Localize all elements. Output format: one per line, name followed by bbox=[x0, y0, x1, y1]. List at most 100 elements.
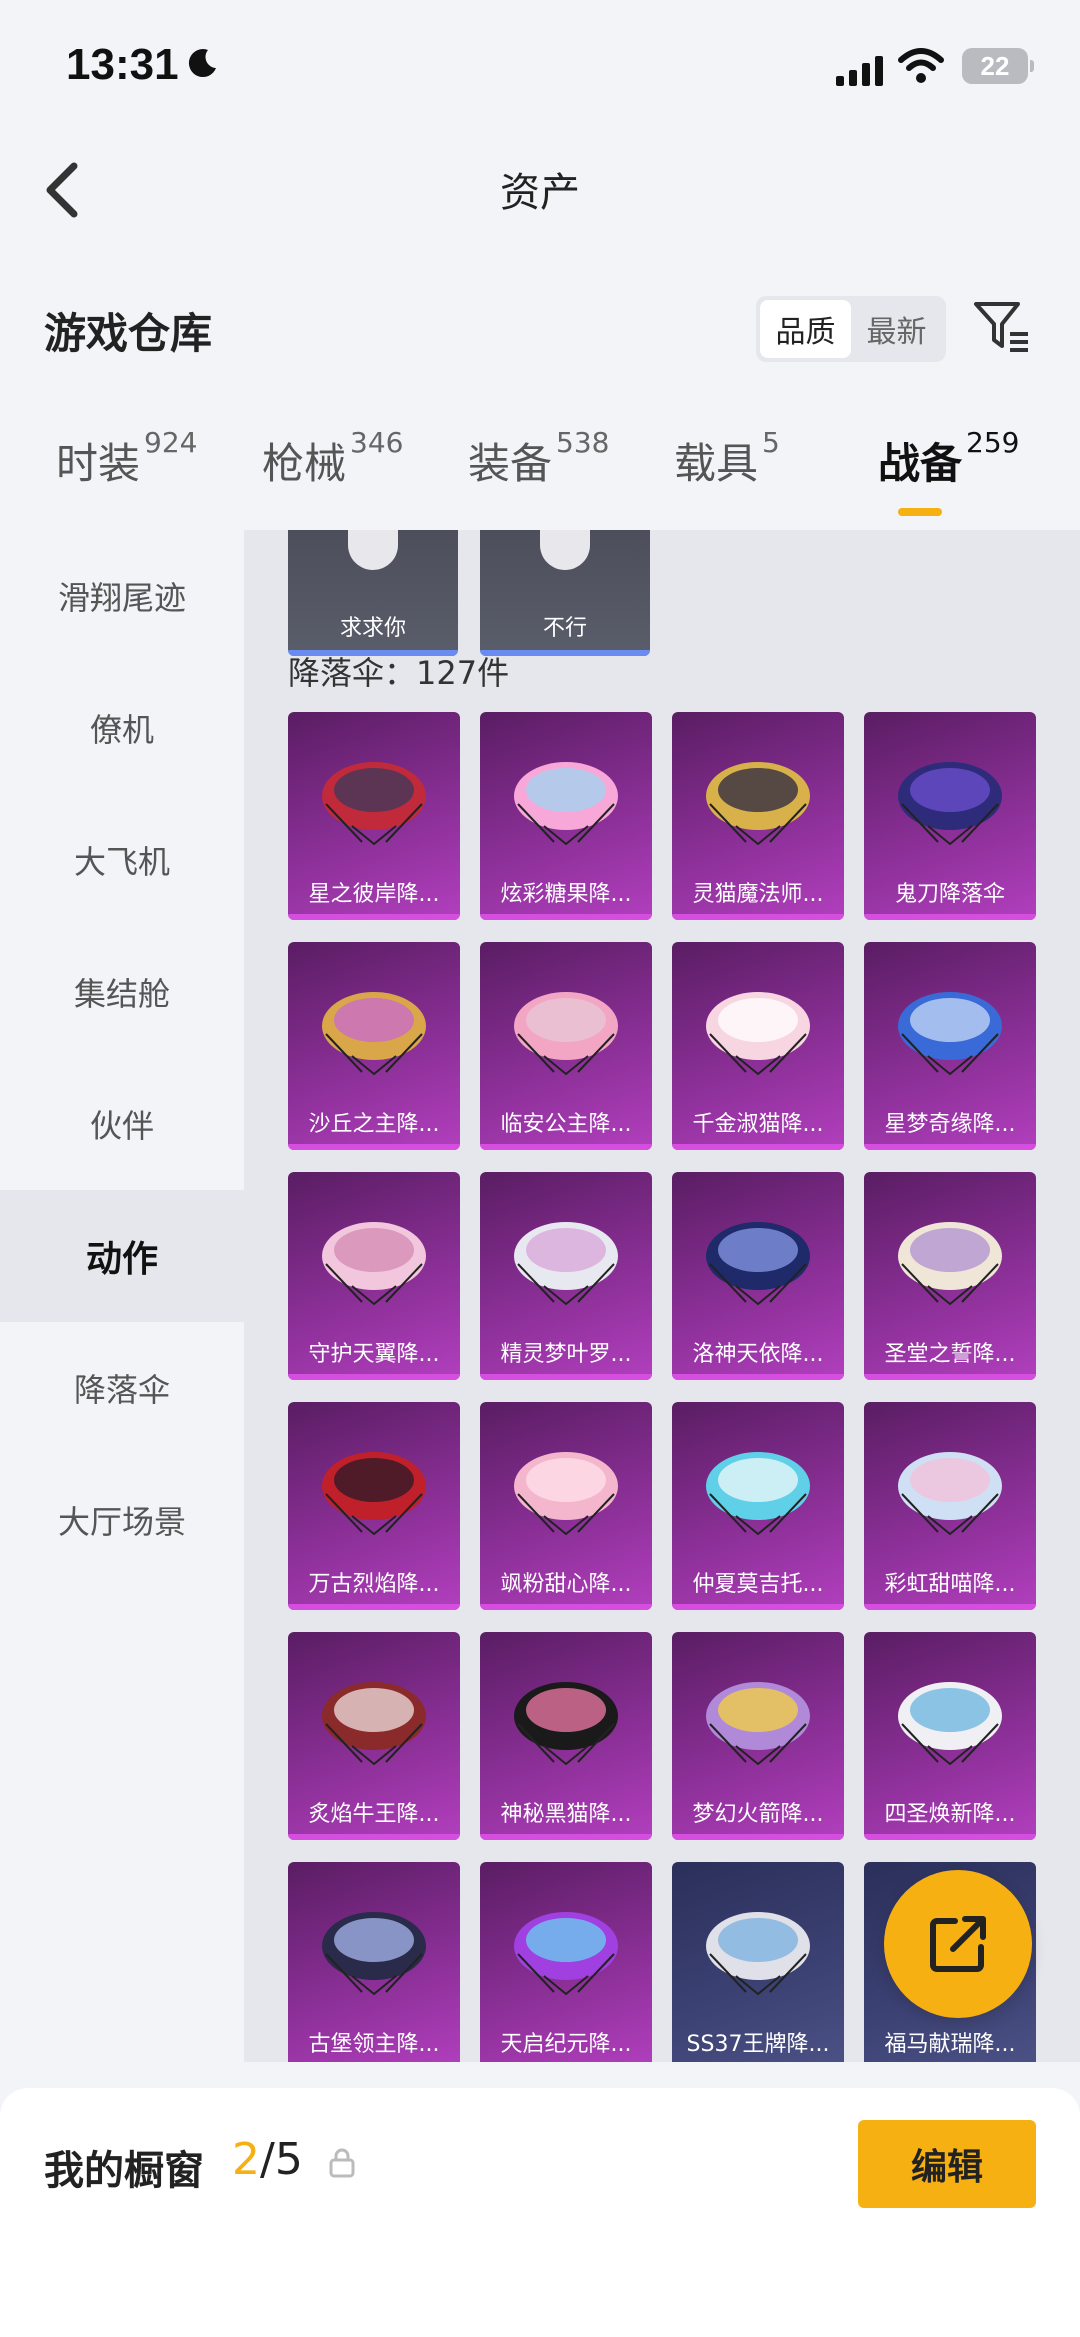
status-time: 13:31 bbox=[66, 40, 179, 89]
rarity-bar bbox=[672, 1604, 844, 1610]
parachute-card[interactable]: 彩虹甜喵降... bbox=[864, 1402, 1036, 1610]
sidebar-item-emote[interactable]: 动作 bbox=[0, 1190, 244, 1322]
parachute-card[interactable]: SS37王牌降... bbox=[672, 1862, 844, 2062]
sort-quality-option[interactable]: 品质 bbox=[760, 300, 851, 358]
parachute-card[interactable]: 灵猫魔法师... bbox=[672, 712, 844, 920]
rarity-bar bbox=[480, 1374, 652, 1380]
parachute-icon bbox=[322, 762, 426, 846]
parachute-card[interactable]: 飒粉甜心降... bbox=[480, 1402, 652, 1610]
parachute-card[interactable]: 圣堂之誓降... bbox=[864, 1172, 1036, 1380]
parachute-icon bbox=[514, 1912, 618, 1996]
parachute-name: 鬼刀降落伞 bbox=[894, 882, 1005, 907]
parachute-name: 灵猫魔法师... bbox=[692, 882, 824, 907]
parachute-card[interactable]: 沙丘之主降... bbox=[288, 942, 460, 1150]
parachute-card[interactable]: 炙焰牛王降... bbox=[288, 1632, 460, 1840]
parachute-card[interactable]: 星梦奇缘降... bbox=[864, 942, 1036, 1150]
sidebar-item-companion[interactable]: 伙伴 bbox=[0, 1058, 244, 1190]
rarity-bar bbox=[672, 1834, 844, 1840]
tab-equipment[interactable]: 装备 538 bbox=[468, 426, 609, 491]
parachute-card[interactable]: 洛神天依降... bbox=[672, 1172, 844, 1380]
parachute-icon bbox=[898, 992, 1002, 1076]
parachute-name: 福马献瑞降... bbox=[884, 2032, 1016, 2057]
parachute-name: 洛神天依降... bbox=[692, 1342, 824, 1367]
rarity-bar bbox=[864, 1144, 1036, 1150]
parachute-name: 仲夏莫吉托... bbox=[692, 1572, 824, 1597]
parachute-card[interactable]: 古堡领主降... bbox=[288, 1862, 460, 2062]
rarity-bar bbox=[480, 1144, 652, 1150]
parachute-name: 圣堂之誓降... bbox=[884, 1342, 1016, 1367]
sidebar-item-glide-trail[interactable]: 滑翔尾迹 bbox=[0, 530, 244, 662]
parachute-card[interactable]: 临安公主降... bbox=[480, 942, 652, 1150]
tab-count: 346 bbox=[350, 426, 404, 459]
parachute-name: 天启纪元降... bbox=[500, 2032, 632, 2057]
parachute-name: 精灵梦叶罗... bbox=[500, 1342, 632, 1367]
rarity-bar bbox=[480, 1604, 652, 1610]
rarity-bar bbox=[288, 1374, 460, 1380]
parachute-card[interactable]: 鬼刀降落伞 bbox=[864, 712, 1036, 920]
rarity-bar bbox=[288, 1834, 460, 1840]
showcase-title: 我的橱窗 bbox=[44, 2148, 204, 2194]
parachute-icon bbox=[514, 1452, 618, 1536]
parachute-icon bbox=[322, 1222, 426, 1306]
showcase-current: 2 bbox=[232, 2134, 260, 2185]
parachute-card[interactable]: 天启纪元降... bbox=[480, 1862, 652, 2062]
warehouse-title: 游戏仓库 bbox=[44, 309, 213, 358]
parachute-name: 古堡领主降... bbox=[308, 2032, 440, 2057]
parachute-card[interactable]: 神秘黑猫降... bbox=[480, 1632, 652, 1840]
sort-toggle[interactable]: 品质 最新 bbox=[756, 296, 946, 362]
action-card[interactable]: 不行 bbox=[480, 530, 650, 656]
parachute-card[interactable]: 守护天翼降... bbox=[288, 1172, 460, 1380]
tab-label: 战备 bbox=[878, 439, 963, 488]
sidebar-item-big-plane[interactable]: 大飞机 bbox=[0, 794, 244, 926]
showcase-bar: 我的橱窗 2/5 编辑 bbox=[0, 2088, 1080, 2337]
parachute-card[interactable]: 万古烈焰降... bbox=[288, 1402, 460, 1610]
parachute-name: 梦幻火箭降... bbox=[692, 1802, 824, 1827]
parachute-card[interactable]: 梦幻火箭降... bbox=[672, 1632, 844, 1840]
action-figure-icon bbox=[348, 530, 398, 570]
sidebar-item-wingman[interactable]: 僚机 bbox=[0, 662, 244, 794]
tab-vehicles[interactable]: 载具 5 bbox=[674, 426, 780, 491]
parachute-card[interactable]: 星之彼岸降... bbox=[288, 712, 460, 920]
rarity-bar bbox=[672, 1374, 844, 1380]
share-icon bbox=[930, 1916, 986, 1972]
parachute-card[interactable]: 仲夏莫吉托... bbox=[672, 1402, 844, 1610]
rarity-bar bbox=[864, 914, 1036, 920]
edit-button[interactable]: 编辑 bbox=[858, 2120, 1036, 2208]
parachute-card[interactable]: 四圣焕新降... bbox=[864, 1632, 1036, 1840]
parachute-name: 万古烈焰降... bbox=[308, 1572, 440, 1597]
showcase-counter: 2/5 bbox=[232, 2134, 303, 2185]
parachute-icon bbox=[514, 762, 618, 846]
tab-battle-gear[interactable]: 战备 259 bbox=[878, 426, 1019, 491]
parachute-name: 彩虹甜喵降... bbox=[884, 1572, 1016, 1597]
tab-label: 时装 bbox=[56, 439, 141, 488]
lock-icon bbox=[329, 2148, 355, 2178]
tab-fashion[interactable]: 时装 924 bbox=[56, 426, 197, 491]
sort-newest-option[interactable]: 最新 bbox=[851, 300, 942, 358]
parachute-name: 守护天翼降... bbox=[308, 1342, 440, 1367]
parachute-icon bbox=[706, 992, 810, 1076]
rarity-bar bbox=[864, 1604, 1036, 1610]
item-grid-area: 求求你 不行 降落伞：127件 星之彼岸降... 炫彩糖果降... 灵猫魔法师...… bbox=[244, 530, 1080, 2062]
action-card[interactable]: 求求你 bbox=[288, 530, 458, 656]
sidebar-item-assembly-pod[interactable]: 集结舱 bbox=[0, 926, 244, 1058]
share-button[interactable] bbox=[884, 1870, 1032, 2018]
parachute-card[interactable]: 炫彩糖果降... bbox=[480, 712, 652, 920]
sidebar-item-lobby-scene[interactable]: 大厅场景 bbox=[0, 1454, 244, 1586]
rarity-bar bbox=[288, 1144, 460, 1150]
tab-label: 装备 bbox=[468, 439, 553, 488]
parachute-card[interactable]: 精灵梦叶罗... bbox=[480, 1172, 652, 1380]
moon-icon bbox=[188, 49, 216, 78]
parachute-icon bbox=[514, 992, 618, 1076]
parachute-icon bbox=[706, 762, 810, 846]
rarity-bar bbox=[864, 1374, 1036, 1380]
parachute-icon bbox=[322, 1912, 426, 1996]
tab-count: 5 bbox=[762, 426, 780, 459]
rarity-bar bbox=[480, 1834, 652, 1840]
parachute-name: 千金淑猫降... bbox=[692, 1112, 824, 1137]
filter-icon[interactable] bbox=[972, 298, 1032, 358]
parachute-card[interactable]: 千金淑猫降... bbox=[672, 942, 844, 1150]
parachute-icon bbox=[514, 1222, 618, 1306]
sidebar-item-parachute[interactable]: 降落伞 bbox=[0, 1322, 244, 1454]
tab-firearms[interactable]: 枪械 346 bbox=[262, 426, 403, 491]
parachute-name: 临安公主降... bbox=[500, 1112, 632, 1137]
